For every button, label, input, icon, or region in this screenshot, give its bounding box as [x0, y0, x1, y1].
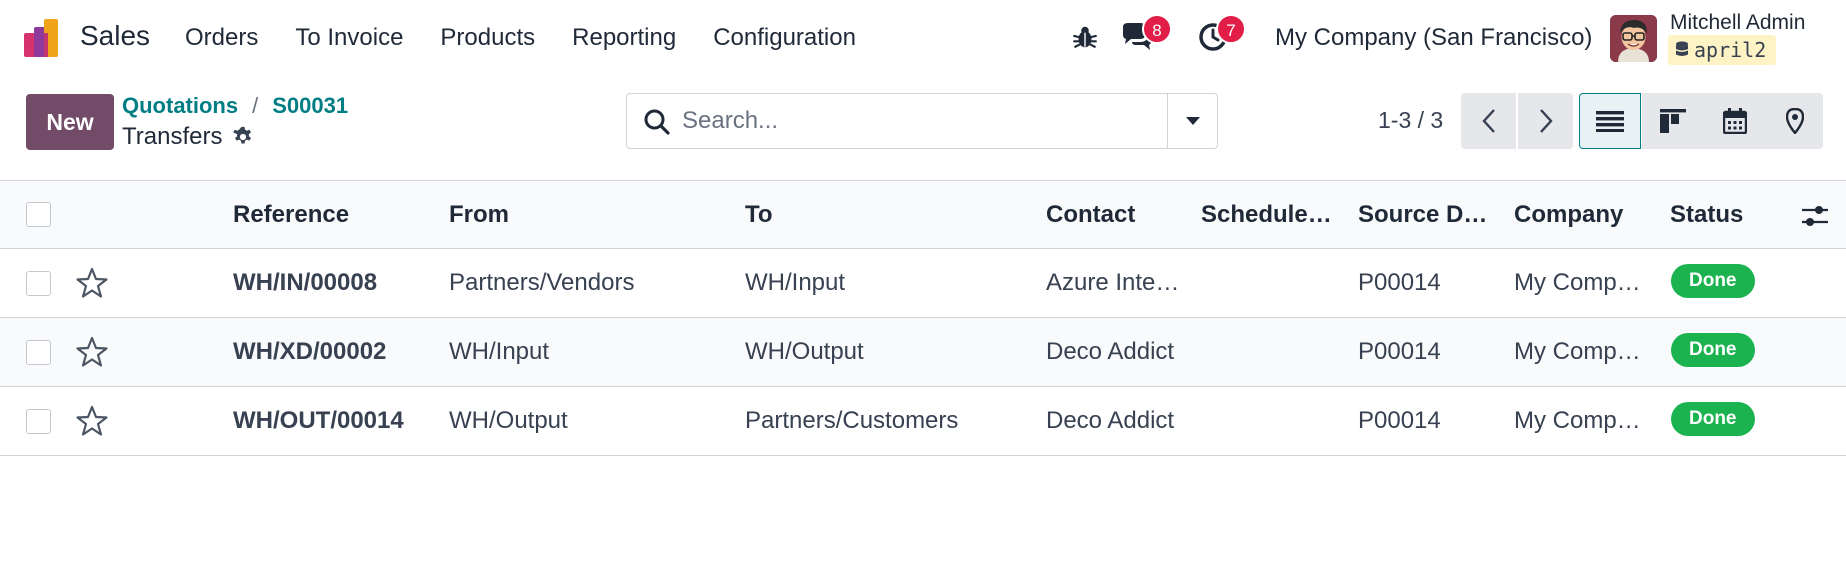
cell-source-document: P00014 [1358, 407, 1441, 434]
breadcrumb-separator: / [252, 93, 259, 118]
kanban-view-button[interactable] [1642, 93, 1704, 149]
breadcrumb-quotations[interactable]: Quotations [122, 93, 238, 118]
user-name[interactable]: Mitchell Admin [1670, 11, 1805, 35]
cell-scheduled [1201, 318, 1341, 386]
caret-down-icon [1185, 117, 1200, 125]
column-header-reference[interactable]: Reference [233, 181, 433, 249]
cell-company: My Comp… [1514, 269, 1641, 296]
cell-source-document: P00014 [1358, 269, 1441, 296]
new-button[interactable]: New [26, 94, 114, 150]
cell-from: WH/Input [449, 338, 550, 365]
map-view-button[interactable] [1766, 93, 1823, 149]
cell-contact: Deco Addict [1046, 407, 1175, 434]
pager-next-button[interactable] [1518, 93, 1573, 149]
cell-scheduled [1201, 249, 1341, 317]
calendar-icon [1723, 108, 1747, 134]
column-header-scheduled[interactable]: Schedule… [1201, 181, 1341, 249]
column-header-status[interactable]: Status [1670, 181, 1790, 249]
select-all-checkbox[interactable] [26, 202, 51, 227]
database-badge: april2 [1668, 35, 1777, 65]
user-avatar[interactable] [1610, 15, 1657, 62]
page-title-text: Transfers [122, 123, 223, 150]
menu-to-invoice[interactable]: To Invoice [295, 24, 403, 52]
cell-to: Partners/Customers [745, 407, 959, 434]
table-row[interactable]: WH/OUT/00014 WH/Output Partners/Customer… [0, 387, 1846, 456]
gear-icon[interactable] [232, 126, 254, 148]
star-icon[interactable] [75, 266, 109, 300]
app-name[interactable]: Sales [80, 20, 150, 52]
messages-badge: 8 [1142, 14, 1172, 44]
column-header-to[interactable]: To [745, 181, 995, 249]
search-input[interactable] [682, 102, 1182, 140]
chevron-right-icon [1539, 109, 1553, 133]
activities-badge: 7 [1216, 14, 1246, 44]
kanban-icon [1660, 109, 1686, 133]
optional-columns-sliders-icon[interactable] [1800, 201, 1830, 231]
column-header-source-document[interactable]: Source D… [1358, 181, 1498, 249]
column-header-contact[interactable]: Contact [1046, 181, 1186, 249]
column-header-from[interactable]: From [449, 181, 699, 249]
calendar-view-button[interactable] [1704, 93, 1766, 149]
cell-from: WH/Output [449, 407, 568, 434]
pager-previous-button[interactable] [1461, 93, 1516, 149]
status-badge: Done [1671, 402, 1755, 436]
row-checkbox[interactable] [26, 271, 51, 296]
map-pin-icon [1785, 108, 1804, 134]
row-checkbox[interactable] [26, 340, 51, 365]
menu-configuration[interactable]: Configuration [713, 24, 856, 52]
breadcrumb: Quotations / S00031 [122, 93, 348, 119]
cell-reference: WH/OUT/00014 [233, 407, 404, 434]
menu-products[interactable]: Products [440, 24, 535, 52]
main-navbar: Sales Orders To Invoice Products Reporti… [0, 0, 1846, 76]
cell-company: My Comp… [1514, 338, 1641, 365]
table-row[interactable]: WH/XD/00002 WH/Input WH/Output Deco Addi… [0, 318, 1846, 387]
breadcrumb-order[interactable]: S00031 [272, 93, 348, 118]
menu-orders[interactable]: Orders [185, 24, 258, 52]
cell-reference: WH/XD/00002 [233, 338, 387, 365]
pager-value[interactable]: 1-3 / 3 [1378, 107, 1443, 134]
cell-contact: Deco Addict [1046, 338, 1175, 365]
table-row[interactable]: WH/IN/00008 Partners/Vendors WH/Input Az… [0, 249, 1846, 318]
status-badge: Done [1671, 264, 1755, 298]
chevron-left-icon [1481, 109, 1495, 133]
star-icon[interactable] [75, 404, 109, 438]
top-menu: Orders To Invoice Products Reporting Con… [185, 24, 893, 52]
search-bar [626, 93, 1218, 149]
cell-to: WH/Input [745, 269, 846, 296]
search-options-toggle[interactable] [1167, 94, 1217, 148]
page-title: Transfers [122, 123, 254, 151]
cell-reference: WH/IN/00008 [233, 269, 378, 296]
cell-contact: Azure Inte… [1046, 269, 1180, 296]
cell-company: My Comp… [1514, 407, 1641, 434]
cell-source-document: P00014 [1358, 338, 1441, 365]
table-header: Reference From To Contact Schedule… Sour… [0, 180, 1846, 249]
menu-reporting[interactable]: Reporting [572, 24, 676, 52]
row-checkbox[interactable] [26, 409, 51, 434]
company-switcher[interactable]: My Company (San Francisco) [1275, 24, 1592, 52]
bug-icon[interactable] [1072, 24, 1098, 50]
cell-to: WH/Output [745, 338, 864, 365]
search-icon [644, 109, 670, 135]
list-icon [1596, 111, 1624, 132]
database-icon [1676, 41, 1688, 56]
status-badge: Done [1671, 333, 1755, 367]
column-header-company[interactable]: Company [1514, 181, 1654, 249]
star-icon[interactable] [75, 335, 109, 369]
database-name: april2 [1694, 38, 1767, 62]
cell-scheduled [1201, 387, 1341, 455]
list-view-button[interactable] [1579, 93, 1641, 149]
sales-app-logo-icon[interactable] [24, 19, 64, 57]
cell-from: Partners/Vendors [449, 269, 635, 296]
